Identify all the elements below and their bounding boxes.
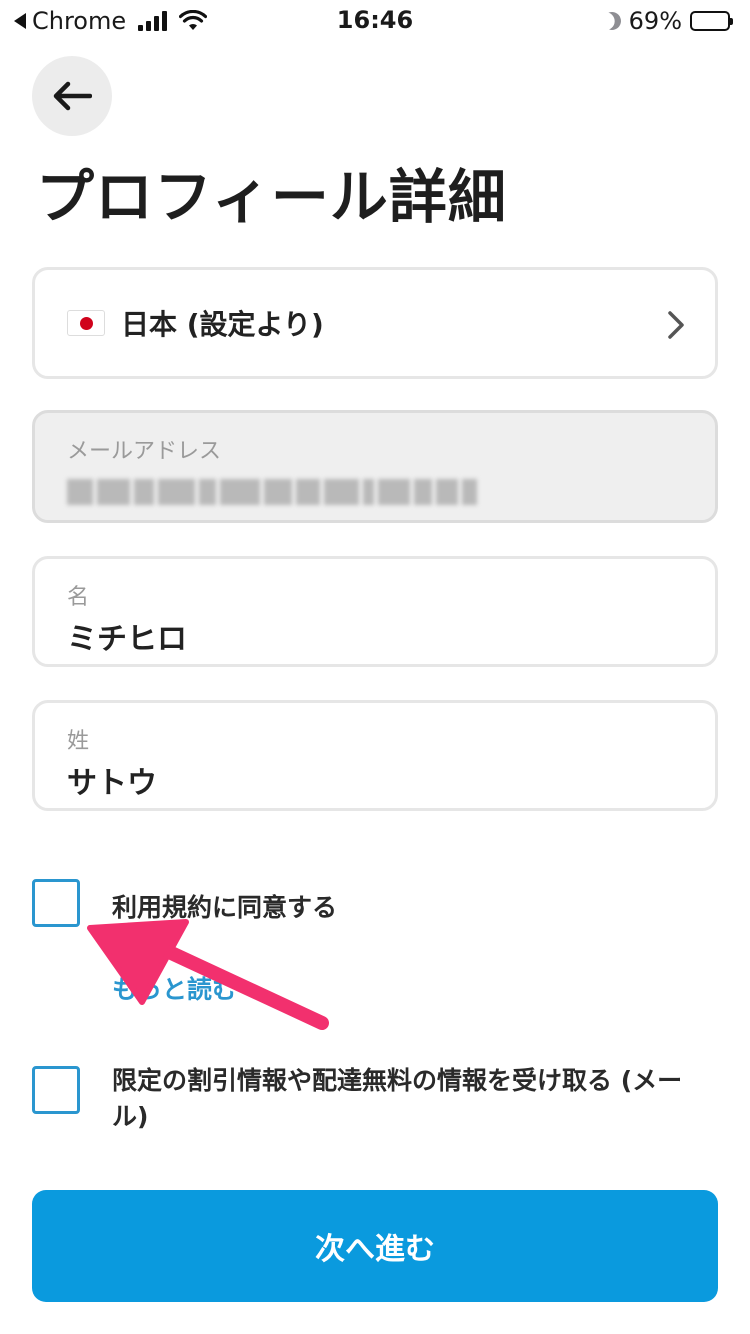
email-field: メールアドレス <box>32 410 718 523</box>
email-label: メールアドレス <box>67 439 222 464</box>
battery-percent: 69% <box>628 7 682 35</box>
moon-icon <box>600 9 623 32</box>
status-bar: Chrome 16:46 69% <box>0 0 750 40</box>
chevron-right-icon <box>668 311 684 339</box>
terms-checkbox[interactable] <box>32 879 80 927</box>
last-name-field[interactable]: 姓 サトウ <box>32 700 718 811</box>
first-name-value[interactable]: ミチヒロ <box>67 614 187 658</box>
read-more-link[interactable]: もっと読む <box>112 970 237 1006</box>
next-button[interactable]: 次へ進む <box>32 1190 718 1302</box>
page-title: プロフィール詳細 <box>36 163 507 231</box>
japan-flag-icon <box>67 310 105 336</box>
country-value: 日本 (設定より) <box>121 308 324 341</box>
battery-icon <box>690 11 733 31</box>
marketing-label: 限定の割引情報や配達無料の情報を受け取る (メール) <box>112 1066 683 1131</box>
back-button[interactable] <box>32 56 112 136</box>
country-selector[interactable]: 日本 (設定より) <box>32 267 718 379</box>
arrow-left-icon <box>53 81 92 111</box>
status-right: 69% <box>600 6 733 36</box>
marketing-checkbox[interactable] <box>32 1066 80 1114</box>
terms-label: 利用規約に同意する <box>112 893 338 922</box>
last-name-value[interactable]: サトウ <box>67 758 157 802</box>
email-value-redacted <box>67 479 477 505</box>
first-name-label: 名 <box>67 585 90 610</box>
first-name-field[interactable]: 名 ミチヒロ <box>32 556 718 667</box>
last-name-label: 姓 <box>67 729 90 754</box>
